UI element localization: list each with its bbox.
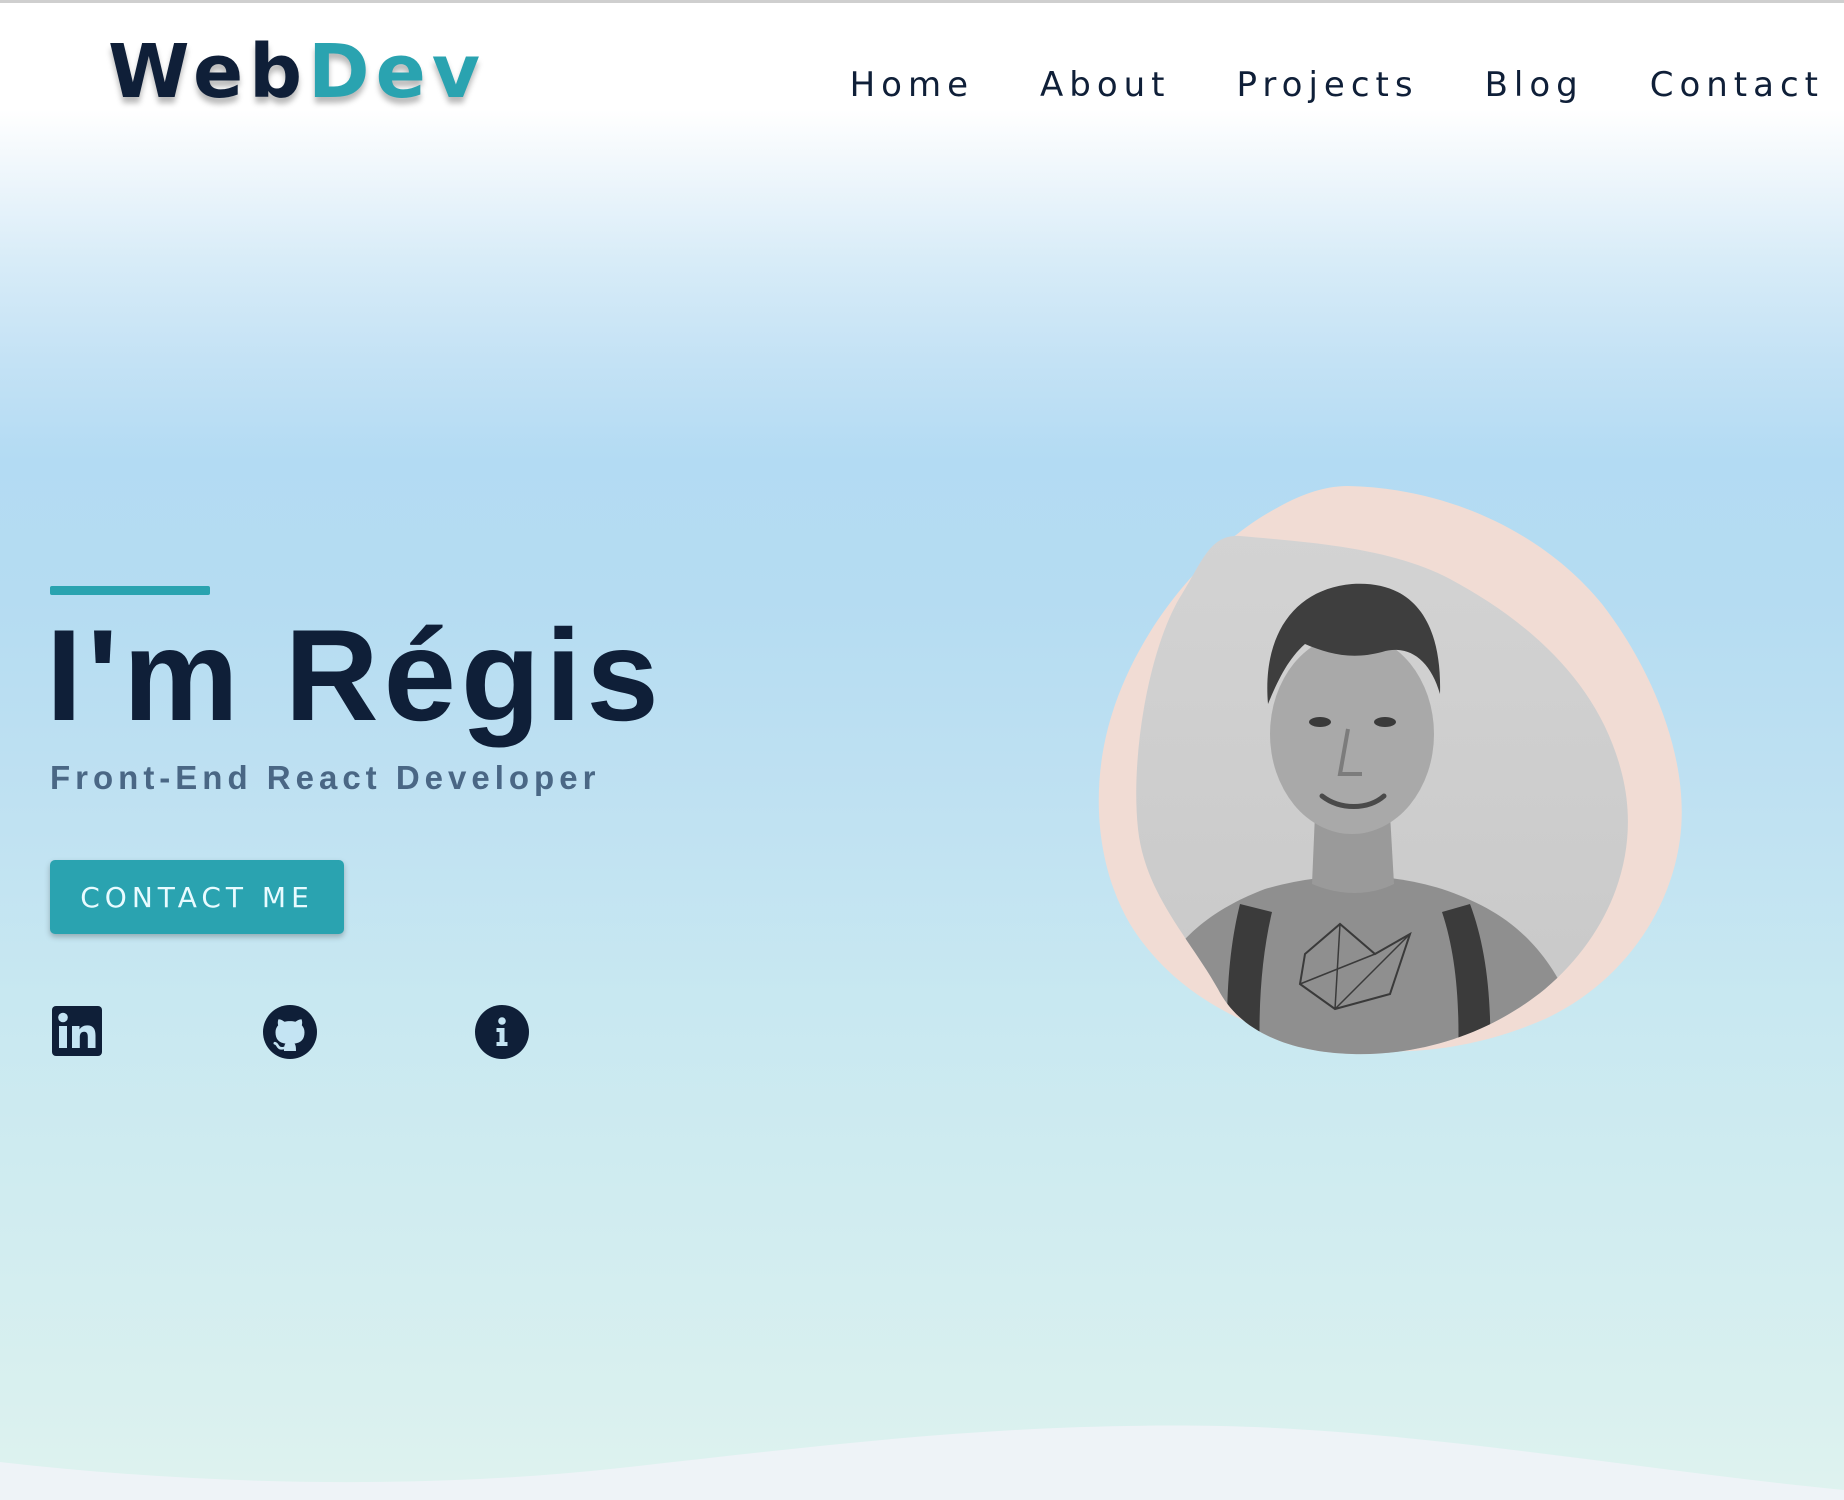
portrait-blob bbox=[1090, 484, 1690, 1059]
hero-subtitle: Front-End React Developer bbox=[50, 759, 601, 796]
nav-item-projects[interactable]: Projects bbox=[1237, 62, 1419, 108]
logo-text-web: Web bbox=[108, 29, 309, 115]
info-link[interactable] bbox=[474, 1004, 534, 1064]
linkedin-icon bbox=[52, 1006, 102, 1056]
nav-item-home[interactable]: Home bbox=[850, 62, 974, 108]
logo-text-dev: Dev bbox=[308, 29, 487, 115]
hero-title: I'm Régis bbox=[46, 602, 664, 748]
footer-wave bbox=[0, 1350, 1844, 1500]
nav-item-contact[interactable]: Contact bbox=[1650, 62, 1824, 108]
top-border bbox=[0, 0, 1844, 3]
main-nav: Home About Projects Blog Contact bbox=[784, 62, 1824, 108]
profile-photo bbox=[1098, 486, 1682, 1055]
linkedin-link[interactable] bbox=[50, 1004, 110, 1064]
github-link[interactable] bbox=[262, 1004, 322, 1064]
nav-item-about[interactable]: About bbox=[1040, 62, 1171, 108]
github-icon bbox=[263, 1005, 317, 1059]
contact-me-button[interactable]: CONTACT ME bbox=[50, 860, 344, 934]
nav-item-blog[interactable]: Blog bbox=[1485, 62, 1584, 108]
wave-shape bbox=[0, 1425, 1844, 1500]
info-icon bbox=[475, 1005, 529, 1059]
logo[interactable]: WebDev bbox=[108, 32, 486, 112]
social-links bbox=[50, 1004, 550, 1064]
title-accent-line bbox=[50, 586, 210, 595]
